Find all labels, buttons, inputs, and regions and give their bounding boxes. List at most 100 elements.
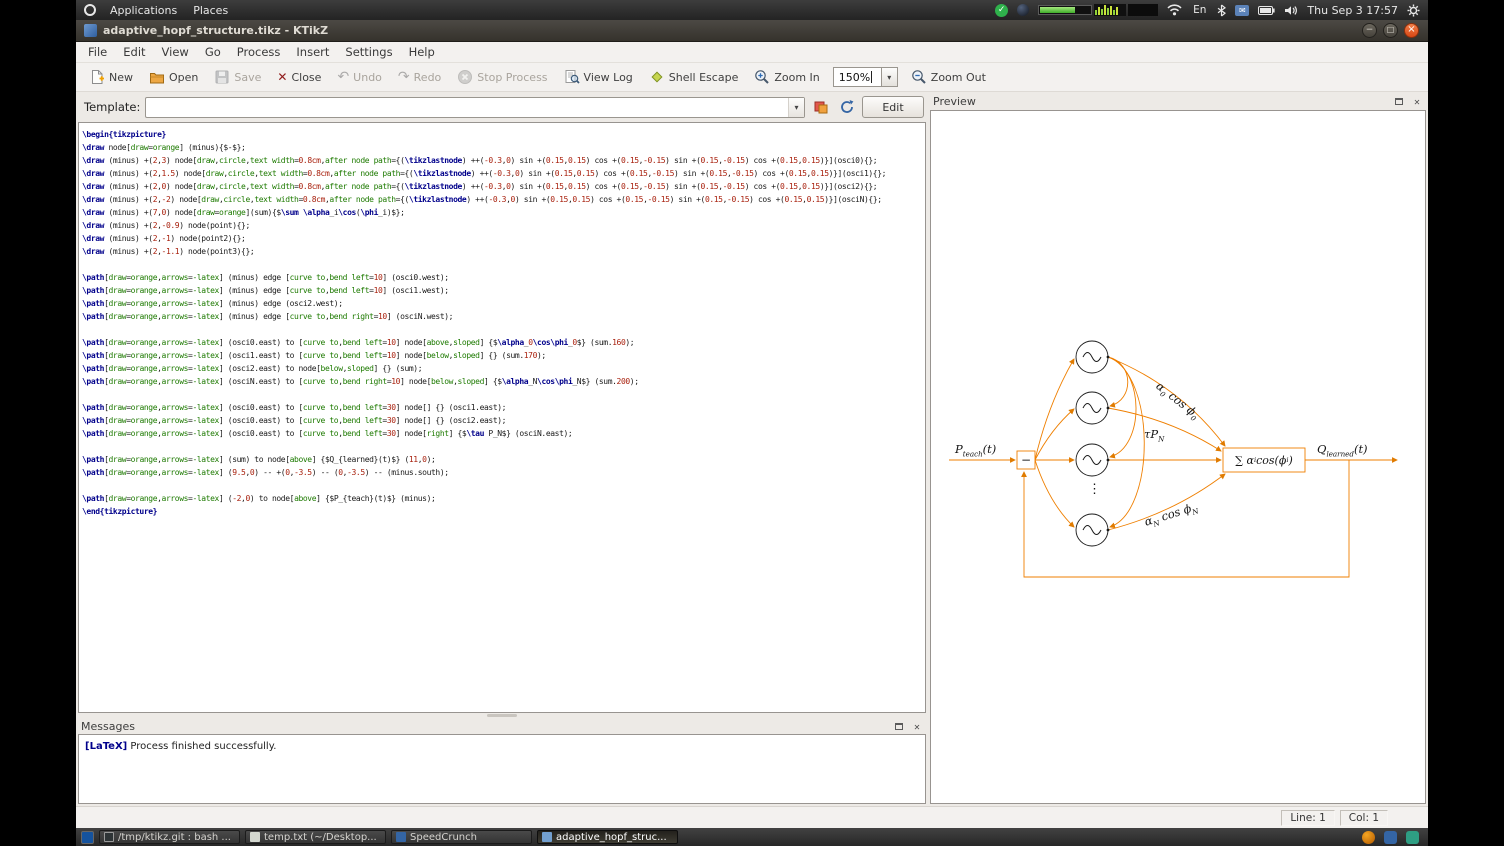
messages-close-button[interactable] bbox=[911, 720, 923, 732]
code-line[interactable]: \path[draw=orange,arrows=-latex] (osci0.… bbox=[82, 414, 925, 427]
status-orb-icon[interactable] bbox=[1017, 4, 1029, 16]
zoom-level-combo[interactable]: 150% bbox=[833, 67, 898, 87]
code-line[interactable]: \draw (minus) +(2,-1) node(point2){}; bbox=[82, 232, 925, 245]
code-line[interactable]: \draw (minus) +(7,0) node[draw=orange](s… bbox=[82, 206, 925, 219]
code-line[interactable]: \path[draw=orange,arrows=-latex] (osci1.… bbox=[82, 349, 925, 362]
view-log-button[interactable]: View Log bbox=[557, 66, 640, 88]
undo-button[interactable]: Undo bbox=[330, 67, 388, 87]
editor-messages-splitter[interactable] bbox=[78, 713, 926, 718]
code-line[interactable] bbox=[82, 440, 925, 453]
clock[interactable]: Thu Sep 3 17:57 bbox=[1307, 4, 1398, 17]
taskbar-tray-icon-3[interactable] bbox=[1406, 831, 1419, 844]
minimize-button[interactable] bbox=[1362, 23, 1377, 38]
preview-close-button[interactable] bbox=[1411, 95, 1423, 107]
battery-icon[interactable] bbox=[1258, 6, 1275, 15]
close-window-button[interactable] bbox=[1404, 23, 1419, 38]
window-titlebar[interactable]: adaptive_hopf_structure.tikz - KTikZ bbox=[76, 20, 1428, 42]
code-line[interactable]: \path[draw=orange,arrows=-latex] (osci0.… bbox=[82, 401, 925, 414]
updates-ok-icon[interactable] bbox=[995, 4, 1008, 17]
code-line[interactable]: \end{tikzpicture} bbox=[82, 505, 925, 518]
taskbar-window-2[interactable]: SpeedCrunch bbox=[391, 830, 532, 844]
session-gear-icon[interactable] bbox=[1407, 4, 1420, 17]
chevron-down-icon bbox=[887, 73, 891, 82]
zoom-level-field[interactable]: 150% bbox=[833, 67, 881, 87]
template-combo-dropdown[interactable] bbox=[788, 98, 804, 117]
shell-escape-button[interactable]: Shell Escape bbox=[642, 66, 746, 88]
menu-help[interactable]: Help bbox=[401, 43, 443, 61]
maximize-button[interactable] bbox=[1383, 23, 1398, 38]
messages-float-button[interactable] bbox=[893, 720, 905, 732]
preview-panel: Preview bbox=[930, 92, 1428, 806]
code-line[interactable] bbox=[82, 258, 925, 271]
code-line[interactable] bbox=[82, 479, 925, 492]
system-menu-places[interactable]: Places bbox=[185, 2, 236, 19]
code-line[interactable]: \path[draw=orange,arrows=-latex] (minus)… bbox=[82, 284, 925, 297]
taskbar-tray-icon-2[interactable] bbox=[1384, 831, 1397, 844]
menu-settings[interactable]: Settings bbox=[337, 43, 400, 61]
menu-view[interactable]: View bbox=[154, 43, 197, 61]
code-line[interactable]: \draw (minus) +(2,0) node[draw,circle,te… bbox=[82, 180, 925, 193]
distro-logo-icon[interactable] bbox=[84, 4, 96, 16]
volume-icon[interactable] bbox=[1284, 5, 1298, 16]
messages-header: Messages bbox=[78, 718, 926, 734]
code-line[interactable]: \path[draw=orange,arrows=-latex] (minus)… bbox=[82, 297, 925, 310]
bluetooth-icon[interactable] bbox=[1217, 4, 1226, 17]
code-line[interactable]: \draw (minus) +(2,-1.1) node(point3){}; bbox=[82, 245, 925, 258]
wifi-icon[interactable] bbox=[1167, 4, 1182, 16]
preview-float-button[interactable] bbox=[1393, 95, 1405, 107]
messages-log[interactable]: [LaTeX] Process finished successfully. bbox=[78, 734, 926, 804]
template-reload-button[interactable] bbox=[836, 97, 857, 118]
menu-file[interactable]: File bbox=[80, 43, 115, 61]
code-line[interactable]: \path[draw=orange,arrows=-latex] (osci2.… bbox=[82, 362, 925, 375]
code-line[interactable]: \draw node[draw=orange] (minus){$-$}; bbox=[82, 141, 925, 154]
code-editor[interactable]: \begin{tikzpicture}\draw node[draw=orang… bbox=[78, 122, 926, 713]
code-line[interactable]: \path[draw=orange,arrows=-latex] (9.5,0)… bbox=[82, 466, 925, 479]
taskbar-window-0[interactable]: /tmp/ktikz.git : bash ... bbox=[99, 830, 240, 844]
code-line[interactable]: \draw (minus) +(2,-0.9) node(point){}; bbox=[82, 219, 925, 232]
code-line[interactable]: \draw (minus) +(2,3) node[draw,circle,te… bbox=[82, 154, 925, 167]
code-line[interactable]: \path[draw=orange,arrows=-latex] (osciN.… bbox=[82, 375, 925, 388]
menu-go[interactable]: Go bbox=[197, 43, 229, 61]
code-line[interactable]: \path[draw=orange,arrows=-latex] (osci0.… bbox=[82, 427, 925, 440]
zoom-in-icon bbox=[754, 69, 770, 85]
template-open-button[interactable] bbox=[810, 97, 831, 118]
code-line[interactable]: \begin{tikzpicture} bbox=[82, 128, 925, 141]
system-monitor-widget[interactable] bbox=[1038, 4, 1158, 16]
code-line[interactable]: \draw (minus) +(2,-2) node[draw,circle,t… bbox=[82, 193, 925, 206]
code-line[interactable]: \path[draw=orange,arrows=-latex] (minus)… bbox=[82, 271, 925, 284]
taskbar-window-3[interactable]: adaptive_hopf_struc... bbox=[537, 830, 678, 844]
preview-label-input: Pteach(t) bbox=[955, 442, 996, 458]
taskbar-window-label: /tmp/ktikz.git : bash ... bbox=[118, 832, 231, 843]
taskbar-tray-icon-1[interactable] bbox=[1362, 831, 1375, 844]
taskbar-window-1[interactable]: temp.txt (~/Desktop... bbox=[245, 830, 386, 844]
menu-edit[interactable]: Edit bbox=[115, 43, 153, 61]
ktikz-app-icon bbox=[84, 24, 97, 37]
code-line[interactable] bbox=[82, 388, 925, 401]
close-file-button[interactable]: Close bbox=[270, 67, 328, 87]
open-button[interactable]: Open bbox=[142, 66, 205, 88]
zoom-in-button[interactable]: Zoom In bbox=[747, 66, 826, 88]
template-combo[interactable] bbox=[145, 97, 805, 118]
code-line[interactable] bbox=[82, 323, 925, 336]
code-line[interactable]: \path[draw=orange,arrows=-latex] (sum) t… bbox=[82, 453, 925, 466]
keyboard-layout-indicator[interactable]: En bbox=[1191, 4, 1208, 16]
code-line[interactable]: \path[draw=orange,arrows=-latex] (minus)… bbox=[82, 310, 925, 323]
messages-indicator-icon[interactable] bbox=[1235, 5, 1249, 16]
code-line[interactable]: \draw (minus) +(2,1.5) node[draw,circle,… bbox=[82, 167, 925, 180]
view-log-label: View Log bbox=[584, 71, 633, 84]
redo-button[interactable]: Redo bbox=[391, 67, 448, 87]
save-button[interactable]: Save bbox=[207, 66, 268, 88]
code-line[interactable]: \path[draw=orange,arrows=-latex] (-2,0) … bbox=[82, 492, 925, 505]
menu-insert[interactable]: Insert bbox=[288, 43, 337, 61]
taskbar-launcher-icon[interactable] bbox=[81, 831, 94, 844]
new-button[interactable]: New bbox=[82, 66, 140, 88]
system-menu-applications[interactable]: Applications bbox=[102, 2, 185, 19]
preview-header: Preview bbox=[930, 92, 1426, 110]
menu-process[interactable]: Process bbox=[229, 43, 289, 61]
template-edit-button[interactable]: Edit bbox=[862, 96, 924, 118]
zoom-combo-dropdown[interactable] bbox=[881, 67, 898, 87]
stop-process-button[interactable]: Stop Process bbox=[450, 66, 554, 88]
code-line[interactable]: \path[draw=orange,arrows=-latex] (osci0.… bbox=[82, 336, 925, 349]
editor-column: Template: bbox=[76, 92, 930, 806]
zoom-out-button[interactable]: Zoom Out bbox=[904, 66, 993, 88]
